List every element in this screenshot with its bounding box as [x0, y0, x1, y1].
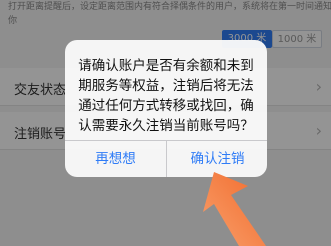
confirm-cancel-account-button[interactable]: 确认注销: [167, 141, 267, 177]
cancel-button[interactable]: 再想想: [65, 141, 166, 177]
confirm-dialog: 请确认账户是否有余额和未到期服务等权益，注销后将无法通过任何方式转移或找回，确认…: [65, 40, 267, 177]
dialog-message: 请确认账户是否有余额和未到期服务等权益，注销后将无法通过任何方式转移或找回，确认…: [78, 58, 254, 134]
